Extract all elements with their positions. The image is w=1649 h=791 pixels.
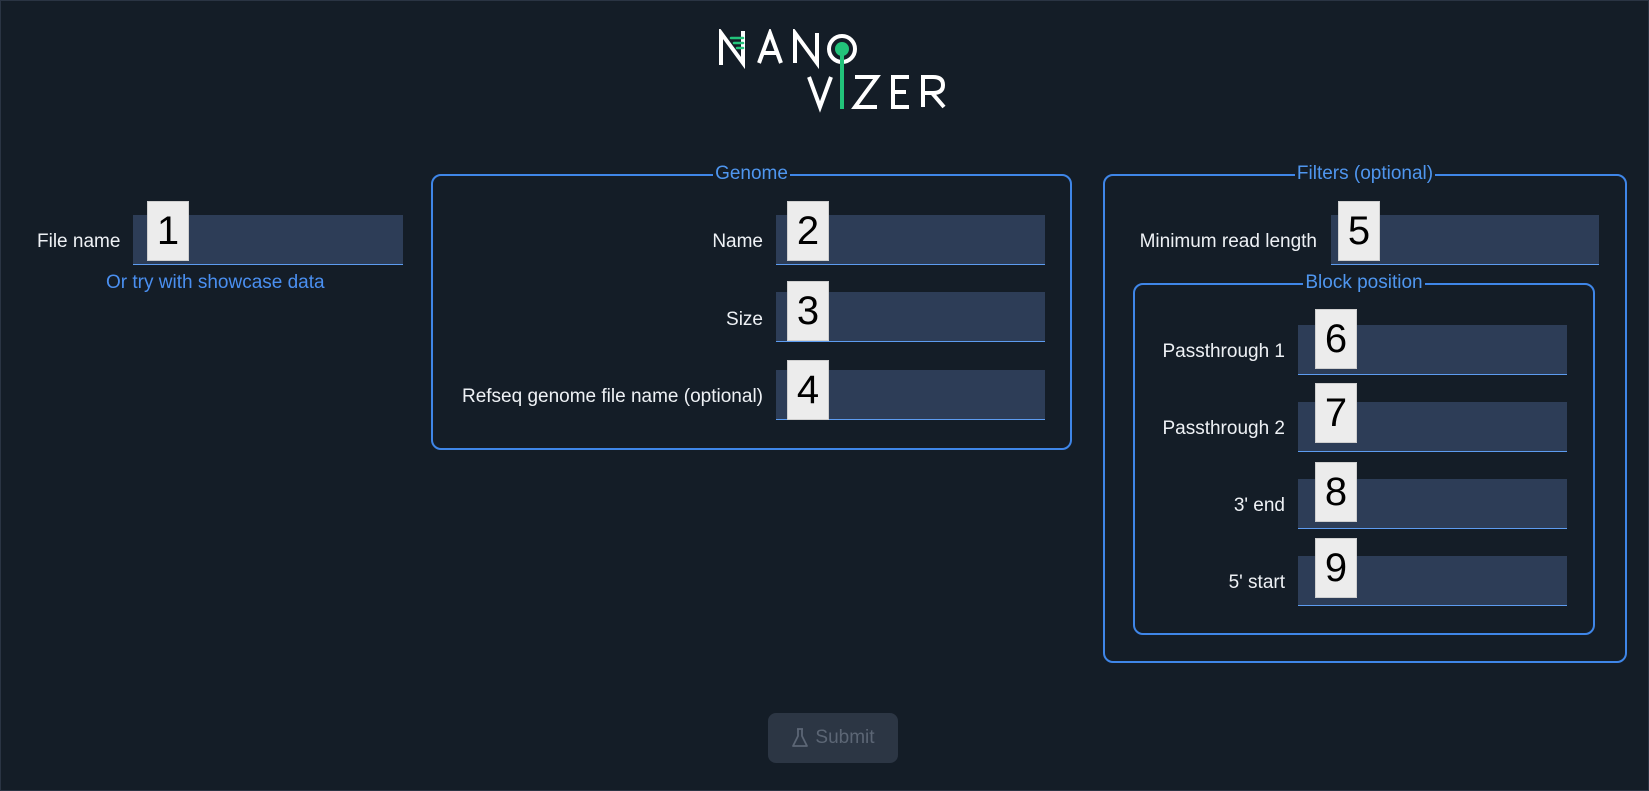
- flask-icon: [791, 728, 809, 748]
- marker-5: 5: [1338, 201, 1380, 261]
- showcase-data-link[interactable]: Or try with showcase data: [106, 272, 325, 294]
- marker-2: 2: [787, 201, 829, 261]
- filters-legend: Filters (optional): [1294, 163, 1436, 184]
- five-prime-start-label: 5' start: [1228, 572, 1285, 593]
- marker-6: 6: [1315, 309, 1357, 369]
- genome-legend: Genome: [713, 163, 790, 184]
- nanovizer-logo: [717, 29, 947, 115]
- marker-4: 4: [787, 360, 829, 420]
- genome-name-label: Name: [712, 231, 763, 252]
- min-read-length-label: Minimum read length: [1139, 231, 1317, 252]
- passthrough-2-label: Passthrough 2: [1162, 418, 1285, 439]
- marker-9: 9: [1315, 538, 1357, 598]
- file-name-label: File name: [37, 231, 121, 252]
- submit-button[interactable]: Submit: [768, 713, 898, 763]
- marker-3: 3: [787, 281, 829, 341]
- genome-size-label: Size: [726, 309, 763, 330]
- marker-7: 7: [1315, 383, 1357, 443]
- passthrough-1-label: Passthrough 1: [1162, 341, 1285, 362]
- app-page: File name 1 Or try with showcase data Ge…: [0, 0, 1649, 791]
- marker-8: 8: [1315, 462, 1357, 522]
- refseq-file-label: Refseq genome file name (optional): [461, 386, 763, 407]
- marker-1: 1: [147, 201, 189, 261]
- three-prime-end-label: 3' end: [1233, 495, 1285, 516]
- submit-label: Submit: [815, 727, 875, 748]
- block-position-legend: Block position: [1303, 272, 1425, 293]
